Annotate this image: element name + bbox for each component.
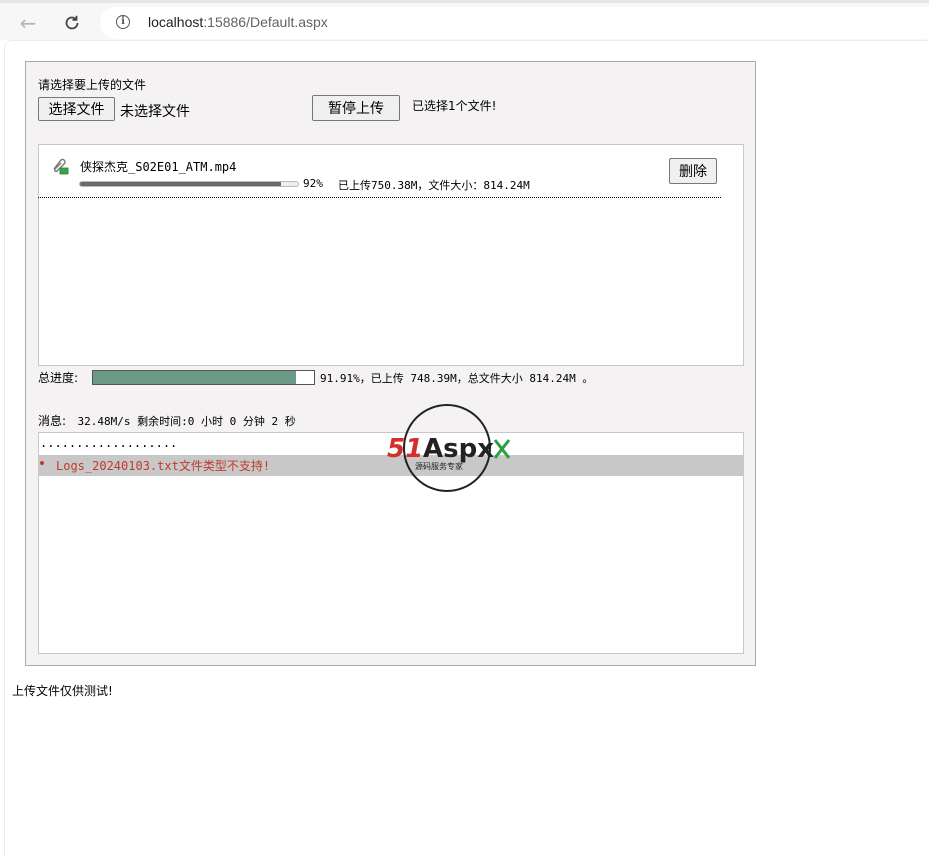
message-line: 消息: 32.48M/s 剩余时间:0 小时 0 分钟 2 秒 [38,412,296,429]
logo-aspx-text: Aspx [423,434,494,464]
total-progress-bar [92,370,315,385]
item-divider [38,197,721,198]
file-name: 侠探杰克_S02E01_ATM.mp4 [80,160,237,174]
delete-button[interactable]: 删除 [669,158,717,184]
pause-upload-button[interactable]: 暂停上传 [312,95,400,121]
choose-file-label: 请选择要上传的文件 [38,78,147,92]
footer-note: 上传文件仅供测试! [12,684,113,698]
file-progress-bar [79,181,299,187]
choose-file-button[interactable]: 选择文件 [38,97,115,121]
total-progress-label: 总进度: [38,371,79,385]
total-progress-status: 91.91%，已上传 748.39M，总文件大小 814.24M 。 [320,372,594,385]
file-status: 已上传750.38M，文件大小：814.24M [338,179,530,192]
address-bar[interactable]: i localhost:15886/Default.aspx [100,7,929,39]
message-label: 消息: [38,414,67,428]
url-text: localhost:15886/Default.aspx [148,14,328,30]
message-text: 32.48M/s 剩余时间:0 小时 0 分钟 2 秒 [77,415,296,428]
back-arrow-icon[interactable]: ← [14,9,42,37]
no-file-text: 未选择文件 [120,104,190,120]
log-dots: ................... [40,436,178,450]
watermark-logo: 51 Aspx 源码服务专家 [385,402,515,494]
file-progress-fill [80,182,281,186]
reload-icon[interactable] [58,9,86,37]
site-info-icon[interactable]: i [116,15,130,29]
attachment-icon [50,157,70,175]
error-bullet-icon [40,461,44,465]
log-error-text: Logs_20240103.txt文件类型不支持! [56,459,271,473]
browser-toolbar: ← i localhost:15886/Default.aspx [0,0,929,40]
total-progress-fill [93,371,297,384]
file-percent: 92% [303,177,323,190]
logo-51-text: 51 [387,434,423,464]
logo-tagline: 源码服务专家 [415,461,463,471]
selected-count-text: 已选择1个文件! [412,99,497,113]
